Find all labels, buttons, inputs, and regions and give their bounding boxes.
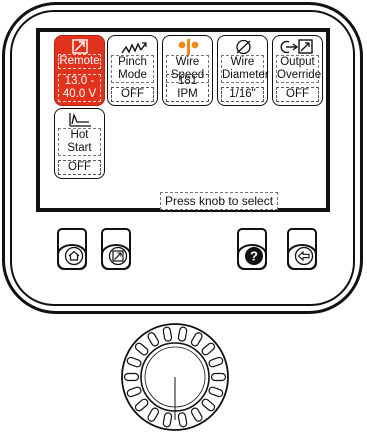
tile-value: 13.0 - 40.0 V [58,74,101,102]
rotary-knob[interactable] [120,322,230,432]
tile-remote[interactable]: Remote 13.0 - 40.0 V [54,35,105,106]
tile-value: 181 IPM [166,74,209,102]
svg-text:?: ? [250,249,258,264]
status-prompt: Press knob to select [160,192,279,210]
rotary-knob-icon [121,323,229,431]
output-override-icon [273,39,322,55]
tile-label: Hot Start [58,128,101,156]
remote-arrow-icon [55,39,104,55]
help-icon: ? [245,247,263,265]
back-button[interactable] [287,228,317,270]
knob-grip-notch [210,372,227,382]
tile-value: OFF [111,87,154,102]
tile-hot-start[interactable]: Hot Start OFF [54,108,105,179]
tile-wire-diameter[interactable]: Wire Diameter 1/16" [217,35,269,106]
tile-value: OFF [58,160,101,175]
help-button[interactable]: ? [237,228,267,270]
tile-pinch-mode[interactable]: Pinch Mode OFF [107,35,158,106]
tile-label: Remote [58,54,101,69]
diameter-icon [218,39,267,55]
knob-grip-notch [123,372,140,382]
wire-speed-icon [163,39,212,55]
back-icon [294,246,314,266]
tile-label: Pinch Mode [111,55,154,83]
remote-arrow-icon [108,246,128,266]
home-button[interactable] [57,228,87,270]
lcd-screen: Remote 13.0 - 40.0 V Pinch Mode OFF Wire… [36,28,330,212]
tile-label: Wire Diameter [221,55,269,83]
remote-button[interactable] [101,228,131,270]
tile-output-override[interactable]: Output Override OFF [272,35,323,106]
tile-wire-speed[interactable]: Wire Speed 181 IPM [162,35,213,106]
home-icon [64,246,84,266]
tile-label: Output Override [276,55,322,83]
tile-value: 1/16" [221,87,264,102]
tile-value: OFF [276,87,319,102]
hot-start-icon [55,112,104,128]
pinch-icon [108,39,157,55]
